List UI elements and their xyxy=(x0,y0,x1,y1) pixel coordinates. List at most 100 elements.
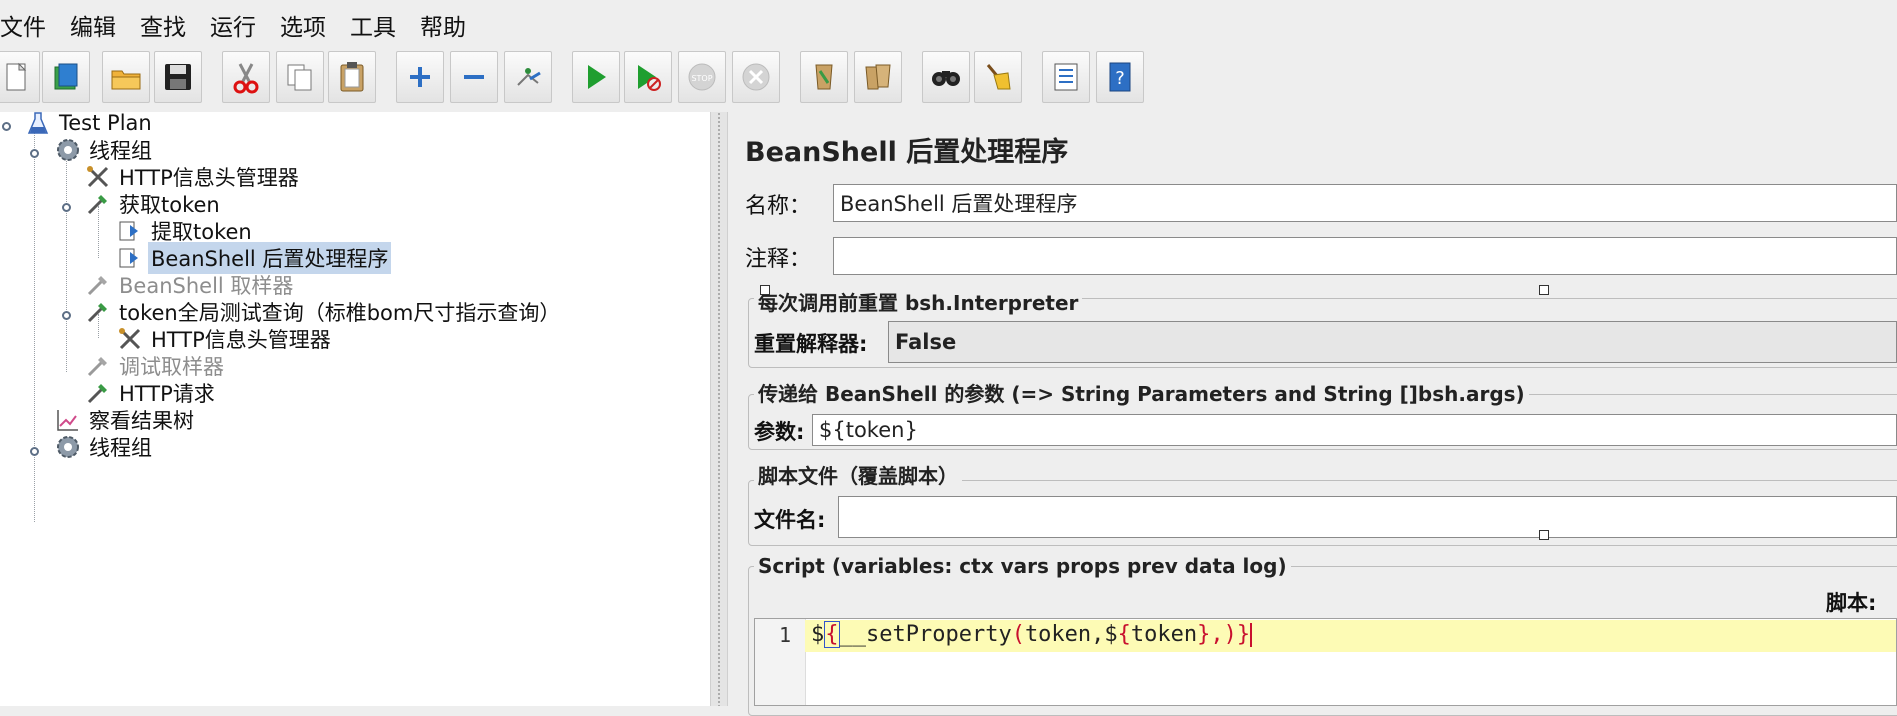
processor-icon xyxy=(119,248,138,268)
chart-icon xyxy=(57,410,78,431)
tree-line xyxy=(66,152,67,372)
expand-toggle[interactable] xyxy=(2,122,11,131)
menu-search[interactable]: 查找 xyxy=(140,8,186,42)
new-icon xyxy=(6,62,27,91)
svg-text:STOP: STOP xyxy=(691,74,712,83)
script-code: ${__setProperty(token,${token},)} xyxy=(811,621,1253,648)
tree-node-thread-group-2[interactable]: 线程组 xyxy=(54,432,155,462)
line-number-gutter: 1 xyxy=(755,619,806,705)
paste-icon xyxy=(340,62,364,92)
search-icon xyxy=(932,71,960,86)
tools-icon xyxy=(87,166,109,188)
toggle-icon xyxy=(517,68,541,86)
params-field[interactable]: ${token} xyxy=(812,414,1897,446)
paste-button[interactable] xyxy=(328,51,376,103)
clear-button[interactable] xyxy=(800,51,848,103)
processor-icon xyxy=(119,221,138,241)
function-helper-icon xyxy=(1054,63,1078,91)
open-button[interactable] xyxy=(102,51,150,103)
shutdown-icon xyxy=(742,63,770,91)
sampler-icon xyxy=(87,303,107,323)
stop-icon: STOP xyxy=(688,63,716,91)
sampler-icon xyxy=(87,357,107,377)
toolbar: STOP ? xyxy=(0,48,1897,110)
clear-icon xyxy=(815,64,833,90)
tree-node-label: 线程组 xyxy=(89,436,152,460)
reset-interpreter-select[interactable]: False xyxy=(888,321,1897,363)
clear-all-button[interactable] xyxy=(854,51,902,103)
help-button[interactable]: ? xyxy=(1096,51,1144,103)
file-group-title: 脚本文件（覆盖脚本） xyxy=(754,460,962,489)
cut-icon xyxy=(233,63,259,94)
menu-run[interactable]: 运行 xyxy=(210,8,256,42)
new-button[interactable] xyxy=(0,51,40,103)
reset-interpreter-label: 重置解释器: xyxy=(754,332,868,356)
params-group-title: 传递给 BeanShell 的参数 (=> String Parameters … xyxy=(754,378,1529,407)
page-title: BeanShell 后置处理程序 xyxy=(745,137,1069,168)
expand-toggle[interactable] xyxy=(30,149,39,158)
script-label: 脚本: xyxy=(1826,591,1877,615)
script-group-title: Script (variables: ctx vars props prev d… xyxy=(754,554,1291,578)
comment-field[interactable] xyxy=(833,237,1897,275)
shutdown-button[interactable] xyxy=(732,51,780,103)
test-plan-tree: Test Plan 线程组 HTTP信息头管理器 获取token 提取token… xyxy=(0,111,710,706)
copy-icon xyxy=(287,64,312,91)
cut-button[interactable] xyxy=(222,51,270,103)
help-icon: ? xyxy=(1109,62,1131,92)
menu-file[interactable]: 文件 xyxy=(0,8,46,42)
resize-handle xyxy=(1539,530,1549,540)
name-field[interactable]: BeanShell 后置处理程序 xyxy=(833,184,1897,222)
reset-search-button[interactable] xyxy=(974,51,1022,103)
copy-button[interactable] xyxy=(276,51,324,103)
params-label: 参数: xyxy=(754,420,805,444)
reset-group-title: 每次调用前重置 bsh.Interpreter xyxy=(754,287,1083,316)
script-editor[interactable]: 1 ${__setProperty(token,${token},)} xyxy=(754,618,1897,706)
gear-icon xyxy=(57,139,79,161)
name-label: 名称： xyxy=(745,194,812,219)
menu-options[interactable]: 选项 xyxy=(280,8,326,42)
line-number: 1 xyxy=(778,623,791,647)
expand-toggle[interactable] xyxy=(62,311,71,320)
menu-edit[interactable]: 编辑 xyxy=(70,8,116,42)
reset-search-icon xyxy=(986,64,1011,90)
expand-icon xyxy=(410,67,430,87)
templates-icon xyxy=(54,63,78,90)
resize-handle xyxy=(1539,285,1549,295)
start-no-pause-button[interactable] xyxy=(624,51,672,103)
expand-toggle[interactable] xyxy=(62,203,71,212)
collapse-icon xyxy=(464,75,484,79)
gear-icon xyxy=(57,436,79,458)
start-no-pause-icon xyxy=(638,65,661,91)
menu-help[interactable]: 帮助 xyxy=(420,8,466,42)
text-cursor xyxy=(1250,623,1253,647)
filename-field[interactable] xyxy=(838,496,1897,538)
menu-bar: 文件 编辑 查找 运行 选项 工具 帮助 xyxy=(0,0,1897,48)
sampler-icon xyxy=(87,276,107,296)
templates-button[interactable] xyxy=(42,51,90,103)
test-plan-icon xyxy=(27,112,49,134)
svg-text:?: ? xyxy=(1115,68,1125,89)
save-icon xyxy=(165,64,191,90)
resize-handle xyxy=(760,285,770,295)
menu-tools[interactable]: 工具 xyxy=(350,8,396,42)
tree-node-label: Test Plan xyxy=(59,111,152,135)
clear-all-icon xyxy=(865,64,891,90)
start-button[interactable] xyxy=(572,51,620,103)
toggle-button[interactable] xyxy=(504,51,552,103)
start-icon xyxy=(588,65,606,89)
collapse-button[interactable] xyxy=(450,51,498,103)
stop-button[interactable]: STOP xyxy=(678,51,726,103)
pane-splitter[interactable] xyxy=(710,112,728,706)
function-helper-button[interactable] xyxy=(1042,51,1090,103)
comment-label: 注释： xyxy=(745,247,812,272)
open-icon xyxy=(111,70,141,90)
expand-button[interactable] xyxy=(396,51,444,103)
sampler-icon xyxy=(87,384,107,404)
save-button[interactable] xyxy=(154,51,202,103)
filename-label: 文件名: xyxy=(754,508,826,532)
expand-toggle[interactable] xyxy=(30,447,39,456)
search-button[interactable] xyxy=(922,51,970,103)
sampler-icon xyxy=(87,195,107,215)
tools-icon xyxy=(119,328,141,350)
tree-line xyxy=(34,126,35,522)
